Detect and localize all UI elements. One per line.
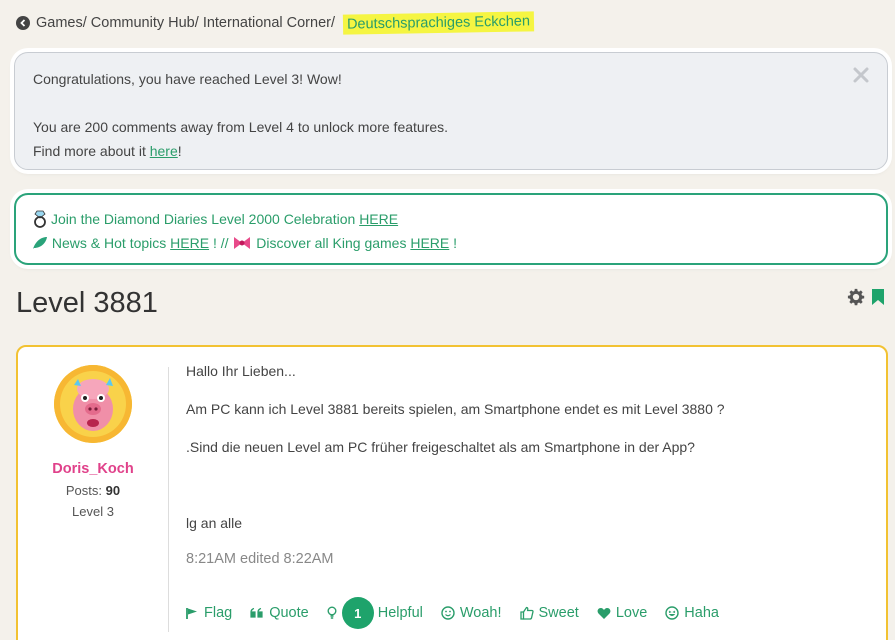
topic-actions	[847, 288, 885, 306]
post-body-line: .Sind die neuen Level am PC früher freig…	[186, 439, 695, 455]
sweet-label: Sweet	[538, 605, 579, 621]
post-actions: Flag Quote 1 Helpful Woah! Sweet Love Ha…	[186, 597, 737, 629]
notice-find-more-suffix: !	[177, 143, 182, 159]
notice-progress: You are 200 comments away from Level 4 t…	[33, 119, 449, 135]
lightbulb-icon	[327, 606, 337, 619]
breadcrumb-community-hub[interactable]: Community Hub/	[91, 15, 203, 31]
laughing-face-icon	[665, 606, 679, 620]
sweet-button[interactable]: Sweet	[519, 605, 579, 621]
breadcrumb-current: Deutschsprachiges Eckchen	[342, 11, 535, 35]
posts-count-value: 90	[105, 483, 121, 498]
promo-news-link[interactable]: HERE	[170, 231, 209, 255]
post-timestamp: 8:21AM edited 8:22AM	[186, 551, 334, 567]
quote-label: Quote	[269, 605, 309, 621]
diamond-ring-icon	[34, 210, 46, 228]
breadcrumb: Games/ Community Hub/ International Corn…	[16, 11, 535, 35]
promo-separator: ! //	[209, 235, 233, 251]
post-author: Doris_Koch Posts: 90 Level 3	[18, 347, 168, 519]
gear-icon[interactable]	[847, 288, 865, 306]
woah-button[interactable]: Woah!	[441, 605, 502, 621]
post-body-line: Hallo Ihr Lieben...	[186, 363, 296, 379]
back-arrow-icon[interactable]	[16, 16, 30, 30]
breadcrumb-international-corner[interactable]: International Corner/	[203, 15, 339, 31]
promo-line-news: News & Hot topics HERE ! // Discover all…	[32, 231, 870, 255]
flag-icon	[186, 607, 197, 619]
notice-find-more-text: Find more about it	[33, 143, 150, 159]
helpful-button[interactable]: 1 Helpful	[327, 597, 423, 629]
post-divider	[168, 367, 169, 632]
promo-line-diamond: Join the Diamond Diaries Level 2000 Cele…	[32, 207, 870, 231]
page-title: Level 3881	[16, 287, 158, 319]
promo-king-link[interactable]: HERE	[410, 231, 449, 255]
post-card: Doris_Koch Posts: 90 Level 3 Hallo Ihr L…	[16, 345, 888, 640]
notice-here-link[interactable]: here	[150, 143, 178, 159]
woah-label: Woah!	[459, 605, 502, 621]
breadcrumb-games[interactable]: Games/	[36, 15, 91, 31]
surprised-face-icon	[441, 606, 455, 620]
author-username[interactable]: Doris_Koch	[18, 461, 168, 477]
haha-label: Haha	[684, 605, 719, 621]
promo-king-suffix: !	[449, 235, 458, 251]
promo-news-text: News & Hot topics	[48, 235, 171, 251]
helpful-count-badge: 1	[341, 597, 374, 629]
post-body-line: lg an alle	[186, 515, 243, 531]
flag-button[interactable]: Flag	[186, 605, 232, 621]
level-notice: Congratulations, you have reached Level …	[14, 52, 888, 170]
author-posts-count: Posts: 90	[18, 483, 168, 498]
helpful-label: Helpful	[377, 605, 423, 621]
haha-button[interactable]: Haha	[665, 605, 719, 621]
close-icon[interactable]	[851, 65, 871, 85]
notice-find-more: Find more about it here!	[33, 139, 869, 163]
pig-character-icon	[54, 365, 132, 443]
love-label: Love	[615, 605, 648, 621]
love-button[interactable]: Love	[597, 605, 647, 621]
quote-icon	[250, 607, 263, 618]
posts-label: Posts:	[65, 483, 106, 498]
promo-diamond-link[interactable]: HERE	[359, 207, 398, 231]
leaf-icon	[33, 237, 47, 249]
avatar[interactable]	[54, 365, 132, 443]
flag-label: Flag	[204, 605, 233, 621]
ribbon-bow-icon	[234, 237, 251, 249]
bookmark-icon[interactable]	[871, 288, 885, 306]
quote-button[interactable]: Quote	[250, 605, 309, 621]
post-body-line: Am PC kann ich Level 3881 bereits spiele…	[186, 401, 725, 417]
thumbs-up-icon	[519, 606, 534, 620]
notice-congrats: Congratulations, you have reached Level …	[33, 71, 342, 87]
author-level: Level 3	[72, 504, 114, 519]
promo-king-text: Discover all King games	[252, 235, 411, 251]
post-content: Hallo Ihr Lieben... Am PC kann ich Level…	[186, 361, 876, 567]
promo-diamond-text: Join the Diamond Diaries Level 2000 Cele…	[51, 211, 360, 227]
promo-banner: Join the Diamond Diaries Level 2000 Cele…	[14, 193, 888, 265]
heart-icon	[597, 607, 611, 619]
